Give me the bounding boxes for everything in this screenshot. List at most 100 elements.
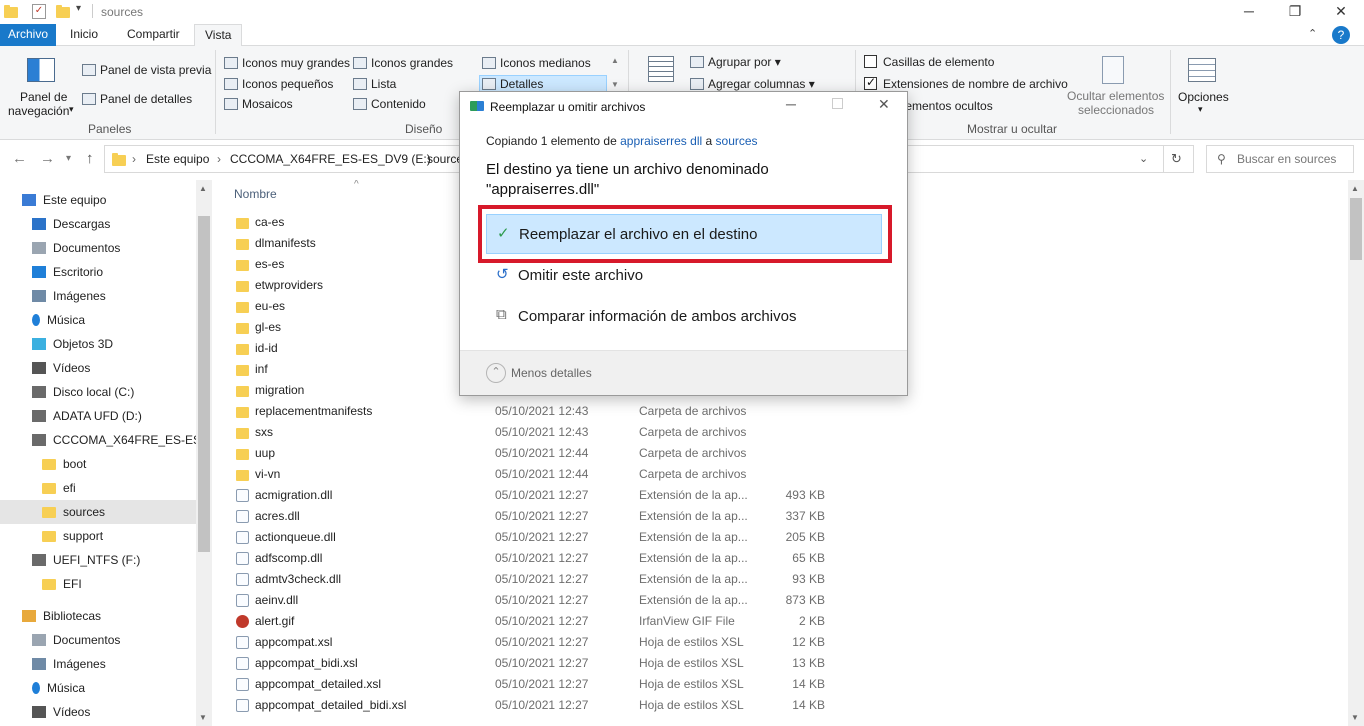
group-by-button[interactable]: Agrupar por ▾: [690, 55, 781, 69]
table-row[interactable]: appcompat_bidi.xsl 05/10/2021 12:27 Hoja d…: [236, 653, 936, 674]
nav-item[interactable]: Imágenes: [32, 652, 106, 676]
table-row[interactable]: appcompat_detailed_bidi.xsl 05/10/2021 12…: [236, 695, 936, 716]
source-link[interactable]: appraiserres dll: [620, 134, 702, 148]
checkbox-checked[interactable]: [864, 75, 877, 90]
layout-medium-icons[interactable]: Iconos medianos: [482, 56, 591, 70]
table-row[interactable]: actionqueue.dll 05/10/2021 12:27 Extensión…: [236, 527, 936, 548]
preview-pane-button[interactable]: Panel de vista previa: [82, 63, 211, 77]
tab-compartir[interactable]: Compartir: [117, 24, 190, 46]
hide-selected-button[interactable]: Ocultar elementos seleccionados: [1064, 54, 1164, 118]
nav-scrollbar-thumb[interactable]: [198, 216, 210, 552]
search-input[interactable]: Buscar en sources: [1237, 152, 1336, 166]
table-row[interactable]: appcompat_detailed.xsl 05/10/2021 12:27 Ho…: [236, 674, 936, 695]
tab-inicio[interactable]: Inicio: [60, 24, 108, 46]
column-header-name[interactable]: Nombre: [234, 187, 277, 201]
nav-item[interactable]: UEFI_NTFS (F:): [32, 548, 140, 572]
nav-item[interactable]: Vídeos: [32, 356, 90, 380]
table-row[interactable]: aeinv.dll 05/10/2021 12:27 Extensión de la…: [236, 590, 936, 611]
nav-item[interactable]: efi: [42, 476, 76, 500]
properties-icon[interactable]: ✓: [32, 4, 46, 19]
new-folder-icon[interactable]: [56, 5, 70, 18]
nav-item[interactable]: Objetos 3D: [32, 332, 113, 356]
scroll-up-icon[interactable]: ▲: [199, 184, 207, 193]
scroll-down-icon[interactable]: ▼: [1351, 713, 1359, 722]
nav-item[interactable]: Música: [32, 676, 85, 700]
recent-locations-icon[interactable]: ▾: [66, 153, 71, 164]
chevron-up-icon[interactable]: ⌃: [486, 363, 506, 383]
navigation-pane-button[interactable]: Panel de navegación ▾: [6, 54, 76, 120]
nav-item[interactable]: Vídeos: [32, 700, 90, 724]
table-row[interactable]: sxs 05/10/2021 12:43 Carpeta de archivos: [236, 422, 936, 443]
nav-item[interactable]: support: [42, 524, 103, 548]
maximize-button[interactable]: ❐: [1272, 0, 1318, 24]
help-button[interactable]: ?: [1332, 26, 1350, 44]
nav-item[interactable]: Bibliotecas: [22, 604, 101, 628]
table-row[interactable]: uup 05/10/2021 12:44 Carpeta de archivos: [236, 443, 936, 464]
tab-vista[interactable]: Vista: [194, 24, 243, 47]
destination-link[interactable]: sources: [716, 134, 758, 148]
nav-item[interactable]: Documentos: [32, 236, 120, 260]
refresh-icon[interactable]: ↻: [1171, 151, 1182, 167]
hidden-items-toggle[interactable]: elementos ocultos: [896, 99, 993, 113]
details-pane-button[interactable]: Panel de detalles: [82, 92, 192, 106]
nav-item[interactable]: Disco local (C:): [32, 380, 134, 404]
nav-item[interactable]: Este equipo: [22, 188, 106, 212]
layout-tiles[interactable]: Mosaicos: [224, 97, 293, 111]
item-checkboxes-toggle[interactable]: Casillas de elemento: [864, 55, 994, 69]
nav-item[interactable]: EFI: [42, 572, 82, 596]
table-row[interactable]: adfscomp.dll 05/10/2021 12:27 Extensión de…: [236, 548, 936, 569]
table-row[interactable]: acres.dll 05/10/2021 12:27 Extensión de la…: [236, 506, 936, 527]
extensions-toggle[interactable]: Extensiones de nombre de archivo: [864, 75, 1068, 91]
up-arrow-icon[interactable]: ↑: [86, 150, 94, 167]
table-row[interactable]: admtv3check.dll 05/10/2021 12:27 Extensión…: [236, 569, 936, 590]
dialog-footer: ⌃ Menos detalles: [460, 351, 907, 395]
layout-large-icons[interactable]: Iconos grandes: [353, 56, 453, 70]
ribbon-collapse-icon[interactable]: ⌃: [1308, 27, 1317, 40]
nav-item[interactable]: Música: [32, 308, 85, 332]
nav-item[interactable]: CCCOMA_X64FRE_ES-ES_DV9 (E:): [32, 428, 212, 452]
layout-small-icons[interactable]: Iconos pequeños: [224, 77, 333, 91]
nav-item[interactable]: ADATA UFD (D:): [32, 404, 142, 428]
options-button[interactable]: Opciones ▾: [1176, 54, 1229, 118]
layout-list[interactable]: Lista: [353, 77, 396, 91]
nav-item[interactable]: sources: [0, 500, 196, 524]
search-box[interactable]: ⚲ Buscar en sources: [1206, 145, 1354, 173]
less-details-button[interactable]: Menos detalles: [511, 366, 592, 380]
dialog-close-button[interactable]: ✕: [878, 96, 890, 113]
breadcrumb-separator[interactable]: ›: [132, 152, 136, 166]
list-scrollbar[interactable]: ▲ ▼: [1348, 180, 1364, 726]
scroll-up-icon[interactable]: ▲: [1351, 184, 1359, 193]
nav-item[interactable]: Escritorio: [32, 260, 103, 284]
checkbox[interactable]: [864, 55, 877, 68]
layout-extra-large-icons[interactable]: Iconos muy grandes: [224, 56, 350, 70]
layout-scroll-up[interactable]: ▲: [611, 56, 619, 65]
back-arrow-icon[interactable]: ←: [12, 150, 27, 167]
compare-files-option[interactable]: ⧉ Comparar información de ambos archivos: [486, 297, 882, 337]
close-button[interactable]: ✕: [1318, 0, 1364, 24]
layout-scroll-down[interactable]: ▼: [611, 80, 619, 89]
forward-arrow-icon[interactable]: →: [40, 150, 55, 167]
sort-by-icon[interactable]: [648, 56, 674, 82]
table-row[interactable]: alert.gif 05/10/2021 12:27 IrfanView GIF F…: [236, 611, 936, 632]
customize-quick-access-icon[interactable]: ▾: [76, 3, 81, 14]
dialog-minimize-button[interactable]: ─: [786, 96, 796, 112]
table-row[interactable]: acmigration.dll 05/10/2021 12:27 Extensión…: [236, 485, 936, 506]
nav-item[interactable]: Documentos: [32, 628, 120, 652]
table-row[interactable]: appcompat.xsl 05/10/2021 12:27 Hoja de est…: [236, 632, 936, 653]
breadcrumb-este-equipo[interactable]: Este equipo: [146, 152, 209, 166]
layout-content[interactable]: Contenido: [353, 97, 426, 111]
tab-archivo[interactable]: Archivo: [0, 24, 56, 46]
scroll-down-icon[interactable]: ▼: [199, 713, 207, 722]
breadcrumb-separator[interactable]: ›: [217, 152, 221, 166]
nav-item[interactable]: Imágenes: [32, 284, 106, 308]
table-row[interactable]: replacementmanifests 05/10/2021 12:43 Carp…: [236, 401, 936, 422]
skip-file-option[interactable]: ↺ Omitir este archivo: [486, 256, 882, 296]
address-history-icon[interactable]: ⌄: [1139, 152, 1148, 165]
add-columns-button[interactable]: Agregar columnas ▾: [690, 77, 815, 91]
nav-item[interactable]: boot: [42, 452, 86, 476]
nav-item[interactable]: Descargas: [32, 212, 110, 236]
list-scrollbar-thumb[interactable]: [1350, 198, 1362, 260]
table-row[interactable]: vi-vn 05/10/2021 12:44 Carpeta de archivos: [236, 464, 936, 485]
breadcrumb-drive[interactable]: CCCOMA_X64FRE_ES-ES_DV9 (E:): [230, 152, 431, 166]
minimize-button[interactable]: ─: [1226, 0, 1272, 24]
